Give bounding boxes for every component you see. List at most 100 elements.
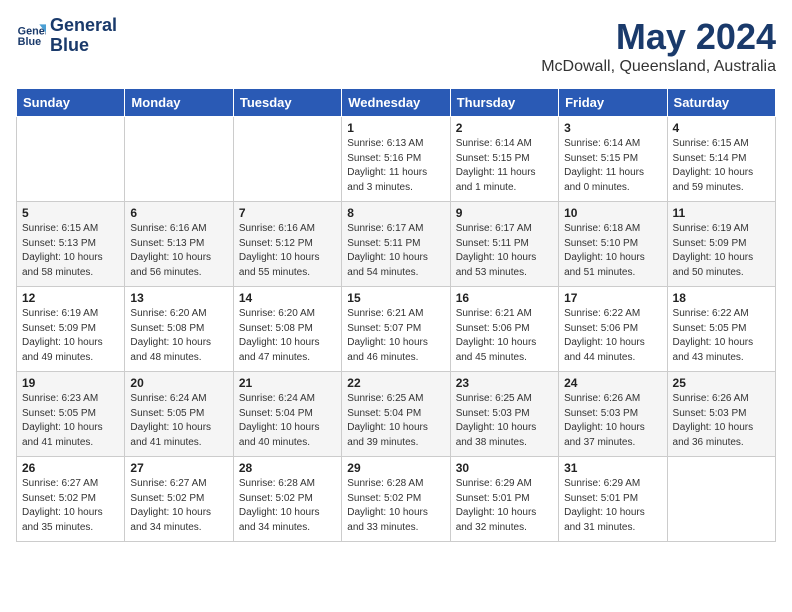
calendar-header: SundayMondayTuesdayWednesdayThursdayFrid… xyxy=(17,89,776,117)
calendar-cell: 15Sunrise: 6:21 AMSunset: 5:07 PMDayligh… xyxy=(342,287,450,372)
calendar-cell xyxy=(125,117,233,202)
day-number: 27 xyxy=(130,461,227,475)
weekday-header-saturday: Saturday xyxy=(667,89,775,117)
cell-content: Sunrise: 6:19 AMSunset: 5:09 PMDaylight:… xyxy=(22,307,119,365)
day-number: 8 xyxy=(347,206,444,220)
cell-content: Sunrise: 6:29 AMSunset: 5:01 PMDaylight:… xyxy=(564,477,661,535)
calendar-cell: 27 Sunrise: 6:27 AMSunset: 5:02 PMDayligh… xyxy=(125,457,233,542)
day-number: 7 xyxy=(239,206,336,220)
day-number: 9 xyxy=(456,206,553,220)
calendar-cell: 7Sunrise: 6:16 AMSunset: 5:12 PMDaylight… xyxy=(233,202,341,287)
calendar-cell: 13Sunrise: 6:20 AMSunset: 5:08 PMDayligh… xyxy=(125,287,233,372)
calendar-cell: 9 Sunrise: 6:17 AMSunset: 5:11 PMDaylight… xyxy=(450,202,558,287)
cell-content: Sunrise: 6:18 AMSunset: 5:10 PMDaylight:… xyxy=(564,222,661,280)
cell-content: Sunrise: 6:26 AMSunset: 5:03 PMDaylight:… xyxy=(673,392,770,450)
day-number: 22 xyxy=(347,376,444,390)
cell-content: Sunrise: 6:27 AMSunset: 5:02 PMDaylight:… xyxy=(130,477,227,535)
cell-content: Sunrise: 6:13 AMSunset: 5:16 PMDaylight:… xyxy=(347,137,444,195)
cell-content: Sunrise: 6:29 AMSunset: 5:01 PMDaylight:… xyxy=(456,477,553,535)
calendar-cell: 11Sunrise: 6:19 AMSunset: 5:09 PMDayligh… xyxy=(667,202,775,287)
cell-content: Sunrise: 6:20 AMSunset: 5:08 PMDaylight:… xyxy=(130,307,227,365)
calendar-cell: 12 Sunrise: 6:19 AMSunset: 5:09 PMDayligh… xyxy=(17,287,125,372)
calendar-cell: 3 Sunrise: 6:14 AMSunset: 5:15 PMDaylight… xyxy=(559,117,667,202)
day-number: 19 xyxy=(22,376,119,390)
day-number: 3 xyxy=(564,121,661,135)
cell-content: Sunrise: 6:23 AMSunset: 5:05 PMDaylight:… xyxy=(22,392,119,450)
cell-content: Sunrise: 6:24 AMSunset: 5:05 PMDaylight:… xyxy=(130,392,227,450)
calendar-cell: 24 Sunrise: 6:26 AMSunset: 5:03 PMDayligh… xyxy=(559,372,667,457)
calendar-cell: 8Sunrise: 6:17 AMSunset: 5:11 PMDaylight… xyxy=(342,202,450,287)
cell-content: Sunrise: 6:25 AMSunset: 5:03 PMDaylight:… xyxy=(456,392,553,450)
calendar-cell xyxy=(17,117,125,202)
cell-content: Sunrise: 6:27 AMSunset: 5:02 PMDaylight:… xyxy=(22,477,119,535)
day-number: 28 xyxy=(239,461,336,475)
cell-content: Sunrise: 6:28 AMSunset: 5:02 PMDaylight:… xyxy=(347,477,444,535)
cell-content: Sunrise: 6:21 AMSunset: 5:07 PMDaylight:… xyxy=(347,307,444,365)
calendar-cell: 23 Sunrise: 6:25 AMSunset: 5:03 PMDayligh… xyxy=(450,372,558,457)
weekday-header-thursday: Thursday xyxy=(450,89,558,117)
location-title: McDowall, Queensland, Australia xyxy=(541,58,776,76)
calendar-cell: 18 Sunrise: 6:22 AMSunset: 5:05 PMDayligh… xyxy=(667,287,775,372)
weekday-header-friday: Friday xyxy=(559,89,667,117)
day-number: 24 xyxy=(564,376,661,390)
weekday-header-sunday: Sunday xyxy=(17,89,125,117)
day-number: 31 xyxy=(564,461,661,475)
cell-content: Sunrise: 6:22 AMSunset: 5:05 PMDaylight:… xyxy=(673,307,770,365)
day-number: 17 xyxy=(564,291,661,305)
cell-content: Sunrise: 6:15 AMSunset: 5:14 PMDaylight:… xyxy=(673,137,770,195)
weekday-header-monday: Monday xyxy=(125,89,233,117)
calendar-cell: 17 Sunrise: 6:22 AMSunset: 5:06 PMDayligh… xyxy=(559,287,667,372)
cell-content: Sunrise: 6:20 AMSunset: 5:08 PMDaylight:… xyxy=(239,307,336,365)
cell-content: Sunrise: 6:21 AMSunset: 5:06 PMDaylight:… xyxy=(456,307,553,365)
day-number: 6 xyxy=(130,206,227,220)
weekday-header-wednesday: Wednesday xyxy=(342,89,450,117)
cell-content: Sunrise: 6:14 AMSunset: 5:15 PMDaylight:… xyxy=(456,137,553,195)
day-number: 25 xyxy=(673,376,770,390)
day-number: 1 xyxy=(347,121,444,135)
weekday-header-tuesday: Tuesday xyxy=(233,89,341,117)
logo: General Blue General Blue xyxy=(16,16,117,56)
day-number: 4 xyxy=(673,121,770,135)
calendar-cell: 28 Sunrise: 6:28 AMSunset: 5:02 PMDayligh… xyxy=(233,457,341,542)
calendar-cell: 20 Sunrise: 6:24 AMSunset: 5:05 PMDayligh… xyxy=(125,372,233,457)
calendar-cell: 16 Sunrise: 6:21 AMSunset: 5:06 PMDayligh… xyxy=(450,287,558,372)
page-header: General Blue General Blue May 2024 McDow… xyxy=(16,16,776,76)
calendar-table: SundayMondayTuesdayWednesdayThursdayFrid… xyxy=(16,88,776,542)
day-number: 10 xyxy=(564,206,661,220)
calendar-cell: 4 Sunrise: 6:15 AMSunset: 5:14 PMDaylight… xyxy=(667,117,775,202)
calendar-cell: 19 Sunrise: 6:23 AMSunset: 5:05 PMDayligh… xyxy=(17,372,125,457)
calendar-cell: 22 Sunrise: 6:25 AMSunset: 5:04 PMDayligh… xyxy=(342,372,450,457)
calendar-cell: 29 Sunrise: 6:28 AMSunset: 5:02 PMDayligh… xyxy=(342,457,450,542)
day-number: 21 xyxy=(239,376,336,390)
day-number: 12 xyxy=(22,291,119,305)
month-title: May 2024 xyxy=(541,16,776,58)
calendar-cell: 10 Sunrise: 6:18 AMSunset: 5:10 PMDayligh… xyxy=(559,202,667,287)
cell-content: Sunrise: 6:26 AMSunset: 5:03 PMDaylight:… xyxy=(564,392,661,450)
cell-content: Sunrise: 6:15 AMSunset: 5:13 PMDaylight:… xyxy=(22,222,119,280)
logo-icon: General Blue xyxy=(16,21,46,51)
day-number: 20 xyxy=(130,376,227,390)
day-number: 16 xyxy=(456,291,553,305)
cell-content: Sunrise: 6:25 AMSunset: 5:04 PMDaylight:… xyxy=(347,392,444,450)
cell-content: Sunrise: 6:22 AMSunset: 5:06 PMDaylight:… xyxy=(564,307,661,365)
cell-content: Sunrise: 6:16 AMSunset: 5:13 PMDaylight:… xyxy=(130,222,227,280)
cell-content: Sunrise: 6:24 AMSunset: 5:04 PMDaylight:… xyxy=(239,392,336,450)
svg-text:Blue: Blue xyxy=(18,36,41,48)
cell-content: Sunrise: 6:14 AMSunset: 5:15 PMDaylight:… xyxy=(564,137,661,195)
day-number: 5 xyxy=(22,206,119,220)
calendar-cell: 5 Sunrise: 6:15 AMSunset: 5:13 PMDaylight… xyxy=(17,202,125,287)
calendar-cell: 26Sunrise: 6:27 AMSunset: 5:02 PMDayligh… xyxy=(17,457,125,542)
title-block: May 2024 McDowall, Queensland, Australia xyxy=(541,16,776,76)
day-number: 29 xyxy=(347,461,444,475)
cell-content: Sunrise: 6:28 AMSunset: 5:02 PMDaylight:… xyxy=(239,477,336,535)
calendar-cell: 1 Sunrise: 6:13 AMSunset: 5:16 PMDaylight… xyxy=(342,117,450,202)
day-number: 11 xyxy=(673,206,770,220)
calendar-cell: 21 Sunrise: 6:24 AMSunset: 5:04 PMDayligh… xyxy=(233,372,341,457)
day-number: 23 xyxy=(456,376,553,390)
cell-content: Sunrise: 6:17 AMSunset: 5:11 PMDaylight:… xyxy=(456,222,553,280)
day-number: 18 xyxy=(673,291,770,305)
calendar-cell xyxy=(233,117,341,202)
calendar-cell: 2 Sunrise: 6:14 AMSunset: 5:15 PMDaylight… xyxy=(450,117,558,202)
calendar-cell: 25 Sunrise: 6:26 AMSunset: 5:03 PMDayligh… xyxy=(667,372,775,457)
day-number: 2 xyxy=(456,121,553,135)
